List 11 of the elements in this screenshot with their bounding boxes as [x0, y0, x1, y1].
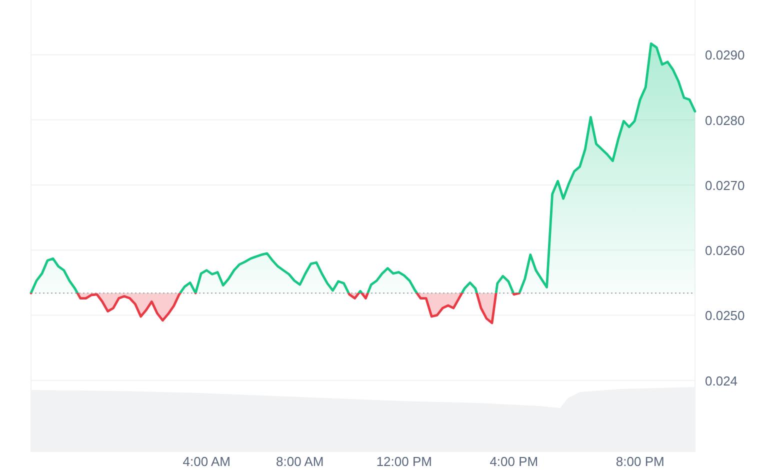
x-axis-label: 8:00 PM — [616, 454, 664, 469]
y-axis-label: 0.0250 — [705, 308, 745, 324]
y-axis-label: 0.024 — [705, 373, 738, 388]
x-axis-label: 12:00 PM — [376, 454, 432, 469]
x-axis-label: 8:00 AM — [276, 454, 324, 469]
y-axis-label: 0.0280 — [705, 112, 745, 128]
x-axis-label: 4:00 AM — [182, 454, 230, 469]
y-axis-label: 0.0270 — [705, 178, 745, 193]
y-axis-label: 0.0260 — [705, 243, 745, 258]
y-axis-label: 0.0290 — [705, 48, 745, 63]
x-axis-label: 4:00 PM — [490, 454, 538, 469]
